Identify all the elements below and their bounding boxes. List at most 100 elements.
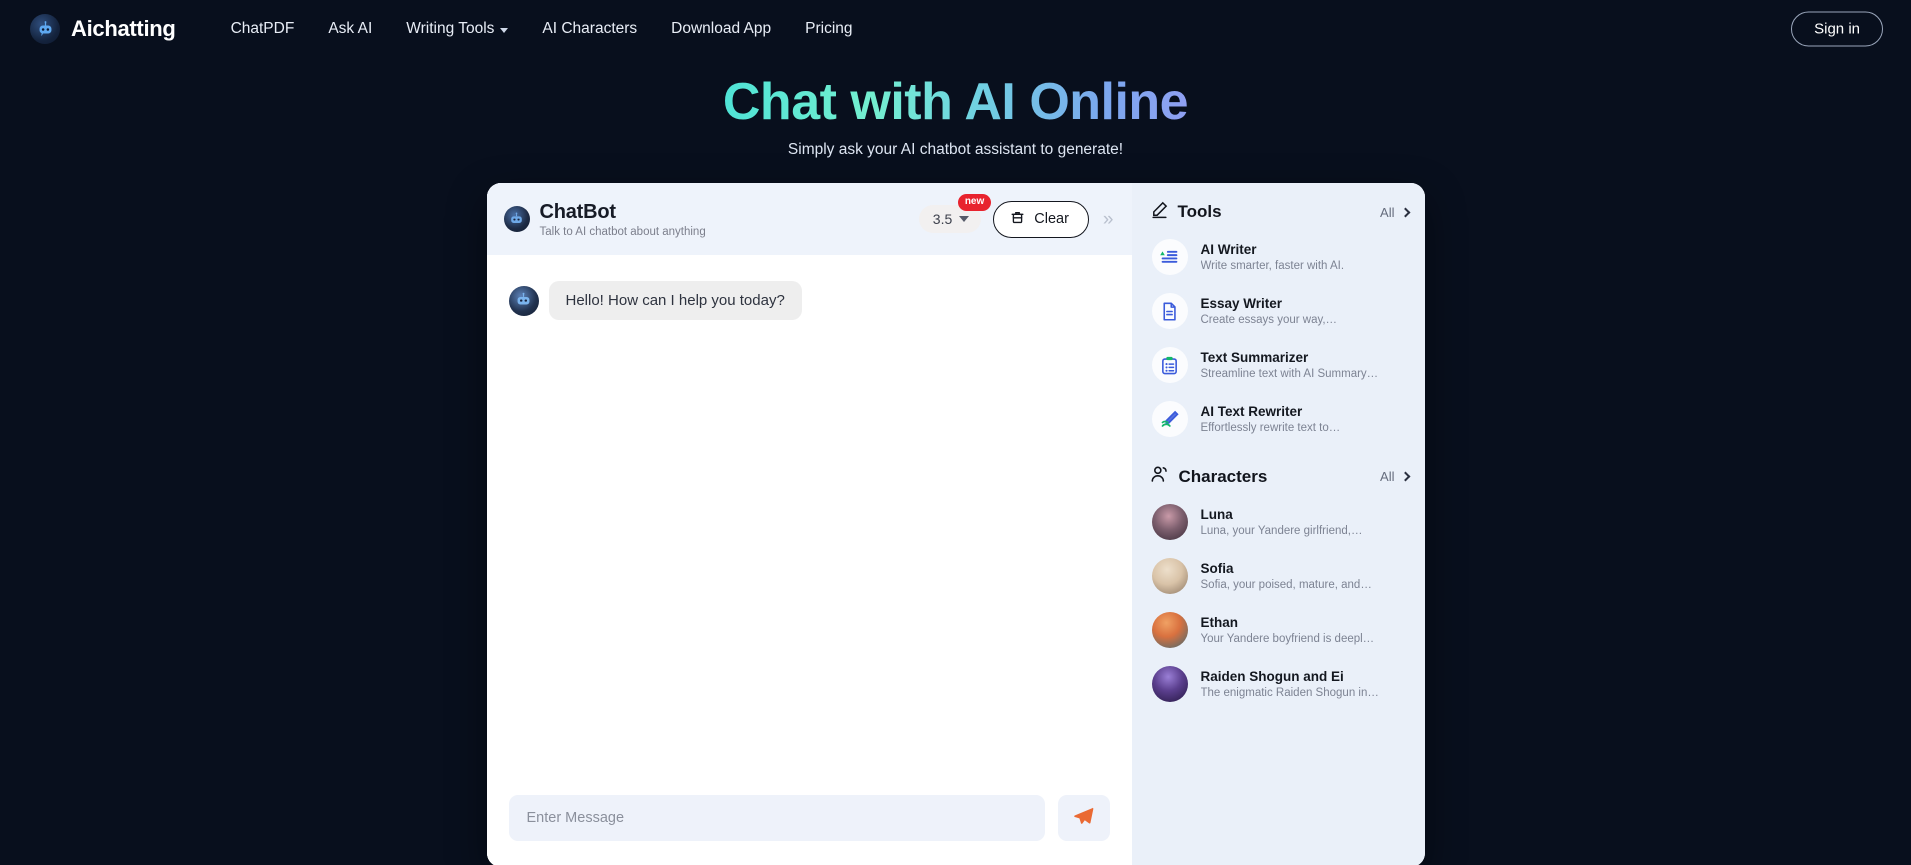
chatbot-logo-icon (30, 14, 60, 44)
chevron-right-icon (1400, 471, 1410, 482)
character-item-text: Sofia Sofia, your poised, mature, and… (1201, 561, 1372, 591)
character-desc: The enigmatic Raiden Shogun in… (1200, 687, 1379, 699)
characters-see-all-link[interactable]: All (1380, 469, 1410, 484)
avatar (1151, 558, 1188, 594)
tool-item-title: AI Writer (1200, 242, 1257, 257)
character-item-sofia[interactable]: Sofia Sofia, your poised, mature, and… (1150, 549, 1409, 603)
chat-title: ChatBot (539, 200, 617, 223)
avatar (508, 285, 539, 316)
ai-writer-icon (1151, 239, 1188, 275)
character-name: Sofia (1200, 561, 1234, 576)
brand-name: Aichatting (71, 16, 176, 41)
character-item-text: Ethan Your Yandere boyfriend is deepl… (1201, 615, 1375, 645)
page-title: Chat with AI Online (722, 73, 1189, 131)
tool-item-desc: Write smarter, faster with AI. (1200, 260, 1345, 272)
chat-message-list: Hello! How can I help you today? (486, 255, 1132, 781)
chevron-down-icon (959, 216, 970, 222)
pencil-edit-icon (1150, 200, 1169, 224)
chevron-down-icon (500, 27, 509, 33)
tool-item-title: Essay Writer (1200, 296, 1283, 311)
chat-subtitle: Talk to AI chatbot about anything (539, 225, 706, 238)
hero-section: Chat with AI Online Simply ask your AI c… (0, 72, 1911, 159)
model-selector-value: 3.5 (932, 211, 953, 227)
nav-link-ai-characters[interactable]: AI Characters (525, 12, 654, 46)
chat-input-row (486, 781, 1132, 865)
paper-plane-icon (1072, 805, 1095, 831)
tool-item-desc: Streamline text with AI Summary… (1200, 368, 1379, 380)
tool-item-text: Essay Writer Create essays your way,… (1201, 296, 1338, 326)
top-navbar: Aichatting ChatPDF Ask AI Writing Tools … (0, 0, 1911, 58)
document-icon (1151, 293, 1188, 329)
pen-rewrite-icon (1151, 401, 1188, 437)
section-divider (1150, 446, 1409, 464)
nav-link-label: Ask AI (328, 20, 373, 37)
chatbot-avatar (503, 206, 530, 232)
characters-section-header: Characters All (1150, 464, 1410, 489)
tool-item-text-summarizer[interactable]: Text Summarizer Streamline text with AI … (1150, 338, 1409, 392)
tool-item-text: AI Writer Write smarter, faster with AI. (1201, 242, 1345, 272)
tool-item-essay-writer[interactable]: Essay Writer Create essays your way,… (1150, 284, 1409, 338)
character-item-ethan[interactable]: Ethan Your Yandere boyfriend is deepl… (1150, 603, 1409, 657)
tool-item-text: AI Text Rewriter Effortlessly rewrite te… (1201, 404, 1341, 434)
character-item-text: Raiden Shogun and Ei The enigmatic Raide… (1201, 669, 1379, 699)
tool-item-desc: Effortlessly rewrite text to… (1200, 422, 1341, 434)
status-badge: new (957, 194, 992, 211)
clipboard-list-icon (1151, 347, 1188, 383)
chatbot-panel: ChatBot Talk to AI chatbot about anythin… (486, 183, 1425, 865)
tools-section-header: Tools All (1150, 200, 1410, 224)
chat-message-text: Hello! How can I help you today? (548, 281, 802, 320)
nav-link-chatpdf[interactable]: ChatPDF (214, 12, 312, 46)
chat-header-actions: 3.5 new Clear » (918, 194, 1116, 238)
tool-item-title: AI Text Rewriter (1200, 404, 1303, 419)
send-button[interactable] (1057, 795, 1110, 841)
clear-button-label: Clear (1034, 211, 1069, 227)
nav-link-label: Download App (671, 20, 772, 37)
chat-header: ChatBot Talk to AI chatbot about anythin… (486, 183, 1132, 255)
tools-section-title: Tools (1177, 202, 1222, 221)
nav-link-writing-tools[interactable]: Writing Tools (389, 12, 525, 46)
see-all-label: All (1380, 469, 1395, 484)
character-item-luna[interactable]: Luna Luna, your Yandere girlfriend,… (1150, 495, 1409, 549)
brand-logo-group[interactable]: Aichatting (30, 14, 176, 44)
chat-column: ChatBot Talk to AI chatbot about anythin… (486, 183, 1132, 865)
character-item-text: Luna Luna, your Yandere girlfriend,… (1201, 507, 1363, 537)
tool-item-ai-text-rewriter[interactable]: AI Text Rewriter Effortlessly rewrite te… (1150, 392, 1409, 446)
chat-title-group: ChatBot Talk to AI chatbot about anythin… (540, 201, 706, 238)
clear-button[interactable]: Clear (993, 200, 1089, 238)
see-all-label: All (1380, 204, 1395, 220)
tools-see-all-link[interactable]: All (1380, 204, 1410, 220)
tool-item-text: Text Summarizer Streamline text with AI … (1201, 350, 1379, 380)
avatar (1151, 612, 1188, 648)
nav-link-label: Writing Tools (406, 20, 495, 37)
nav-link-download-app[interactable]: Download App (654, 12, 788, 46)
character-name: Raiden Shogun and Ei (1200, 669, 1344, 684)
chat-message: Hello! How can I help you today? (508, 281, 1110, 320)
character-desc: Luna, your Yandere girlfriend,… (1200, 525, 1363, 537)
nav-link-label: Pricing (805, 20, 853, 37)
tool-item-title: Text Summarizer (1200, 350, 1309, 365)
nav-link-label: ChatPDF (230, 20, 295, 37)
double-chevron-right-icon[interactable]: » (1101, 210, 1116, 229)
chevron-right-icon (1400, 207, 1410, 217)
character-name: Ethan (1200, 615, 1239, 630)
sign-in-button[interactable]: Sign in (1791, 11, 1883, 47)
character-name: Luna (1200, 507, 1233, 522)
nav-links: ChatPDF Ask AI Writing Tools AI Characte… (214, 12, 870, 46)
characters-section-title: Characters (1178, 466, 1268, 486)
nav-link-pricing[interactable]: Pricing (788, 12, 869, 46)
avatar (1151, 504, 1188, 540)
people-icon (1150, 464, 1170, 489)
tool-item-ai-writer[interactable]: AI Writer Write smarter, faster with AI. (1150, 230, 1409, 284)
page-subtitle: Simply ask your AI chatbot assistant to … (787, 141, 1124, 158)
message-input[interactable] (508, 795, 1045, 841)
character-desc: Your Yandere boyfriend is deepl… (1200, 633, 1375, 645)
character-item-raiden-shogun-and-ei[interactable]: Raiden Shogun and Ei The enigmatic Raide… (1150, 657, 1409, 711)
character-desc: Sofia, your poised, mature, and… (1200, 579, 1372, 591)
tool-item-desc: Create essays your way,… (1200, 314, 1338, 326)
nav-link-ask-ai[interactable]: Ask AI (311, 12, 389, 46)
trash-icon (1009, 209, 1026, 230)
right-sidebar: Tools All AI Writer Write smarter, faste… (1131, 183, 1425, 865)
avatar (1151, 666, 1188, 702)
nav-link-label: AI Characters (542, 20, 638, 37)
model-selector[interactable]: 3.5 new (918, 194, 992, 233)
